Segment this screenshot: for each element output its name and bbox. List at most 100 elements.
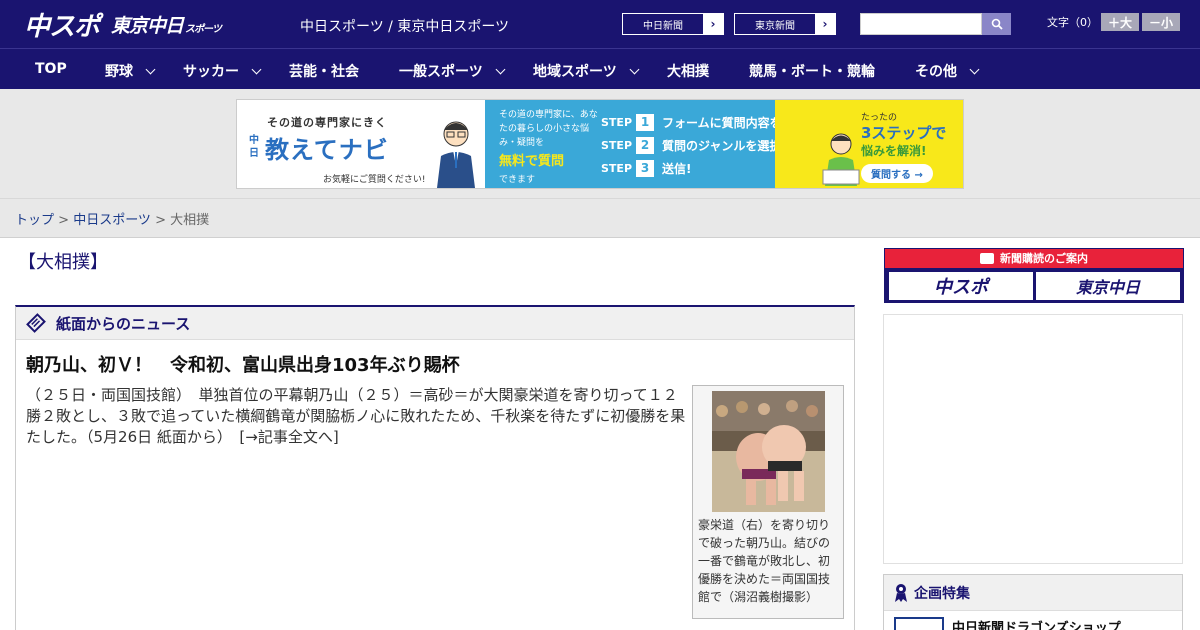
step-label: STEP [601, 139, 633, 152]
nav-item-entertainment[interactable]: 芸能・社会 [289, 61, 359, 81]
nav-item-label: 大相撲 [667, 64, 709, 80]
news-box-header: 紙面からのニュース [16, 307, 854, 340]
chunichi-shimbun-label: 中日新聞 [643, 20, 683, 32]
news-box: 紙面からのニュース 朝乃山、初Ｖ！ 令和初、富山県出身103年ぶり賜杯 （２５日… [15, 305, 855, 630]
step-number: 3 [636, 160, 655, 177]
subscribe-chuspo-button[interactable]: 中スポ [889, 272, 1033, 300]
newspaper-icon [26, 313, 46, 333]
article-photo[interactable] [712, 391, 825, 512]
nav-item-general-sports[interactable]: 一般スポーツ [399, 61, 506, 81]
oshiete-navi-banner[interactable]: その道の専門家にきく 中日 教えてナビ お気軽にご質問ください! その道の専門家… [236, 99, 964, 189]
breadcrumb-section-link[interactable]: 中日スポーツ [73, 213, 151, 228]
chevron-down-icon [145, 64, 156, 74]
nav-item-other[interactable]: その他 [915, 61, 980, 81]
font-smaller-button[interactable]: －小 [1142, 13, 1180, 31]
step-text: 質問のジャンルを選択 [662, 139, 782, 153]
banner-right-big2: 悩みを解消! [861, 144, 927, 158]
feature-box: 企画特集 中日新聞ドラゴンズショップ [883, 574, 1183, 630]
breadcrumb: トップ > 中日スポーツ > 大相撲 [0, 199, 1200, 238]
feature-item[interactable]: 中日新聞ドラゴンズショップ [894, 617, 1121, 630]
breadcrumb-separator: > [150, 213, 171, 228]
tokyo-chunichi-logo[interactable]: 東京中日 スポーツ [111, 11, 222, 38]
chunichi-shimbun-button[interactable]: 中日新聞 › [622, 13, 724, 35]
chevron-down-icon [495, 64, 506, 74]
banner-dekimasu-text: できます [499, 175, 536, 185]
site-logo[interactable]: 中スポ 東京中日 スポーツ [24, 6, 222, 43]
chevron-right-icon: › [815, 14, 835, 34]
banner-right-big: 3ステップで [861, 124, 947, 142]
tokyo-shimbun-button[interactable]: 東京新聞 › [734, 13, 836, 35]
ad-area: その道の専門家にきく 中日 教えてナビ お気軽にご質問ください! その道の専門家… [0, 89, 1200, 199]
article-photo-box: 豪栄道（右）を寄り切りで破った朝乃山。結びの一番で鶴竜が敗北し、初優勝を決めた＝… [692, 385, 844, 619]
feature-title: 企画特集 [914, 585, 970, 602]
banner-title: 教えてナビ [265, 136, 389, 164]
top-header: 中スポ 東京中日 スポーツ 中日スポーツ / 東京中日スポーツ 中日新聞 › 東京… [0, 0, 1200, 48]
step-label: STEP [601, 162, 633, 175]
step-label: STEP [601, 116, 633, 129]
article-body: （２５日・両国国技館） 単独首位の平幕朝乃山（２５）＝高砂＝が大関豪栄道を寄り切… [26, 385, 686, 448]
tokyo-shimbun-label: 東京新聞 [755, 20, 795, 32]
nav-item-top[interactable]: TOP [35, 61, 67, 77]
banner-ask-button[interactable]: 質問する → [861, 164, 933, 183]
font-size-label: 文字（0） [1047, 16, 1098, 29]
nav-item-label: その他 [915, 64, 957, 80]
banner-left: その道の専門家にきく 中日 教えてナビ お気軽にご質問ください! [237, 100, 485, 188]
sumo-photo-image [712, 391, 825, 512]
banner-top-text: その道の専門家にきく [267, 116, 387, 129]
step-number: 1 [636, 114, 655, 131]
site-name: 中日スポーツ / 東京中日スポーツ [300, 19, 510, 35]
chuspo-logo[interactable]: 中スポ [24, 6, 100, 43]
nav-item-local-sports[interactable]: 地域スポーツ [533, 61, 640, 81]
nav-item-label: 野球 [105, 64, 133, 80]
chevron-down-icon [629, 64, 640, 74]
step-text: 送信! [662, 162, 692, 176]
feature-item-label: 中日新聞ドラゴンズショップ [952, 621, 1121, 630]
person-laptop-icon [822, 133, 860, 186]
breadcrumb-top-link[interactable]: トップ [15, 213, 54, 228]
nav-item-label: 地域スポーツ [533, 64, 617, 80]
subscription-box: 新聞購読のご案内 中スポ 東京中日 [884, 248, 1184, 303]
subscription-title-text: 新聞購読のご案内 [1000, 252, 1088, 265]
banner-small-text: お気軽にご質問ください! [323, 175, 426, 185]
subscription-title: 新聞購読のご案内 [885, 249, 1183, 268]
nav-item-label: 芸能・社会 [289, 64, 359, 80]
feature-header: 企画特集 [884, 575, 1182, 611]
tokyo-chunichi-logo-text: 東京中日 [111, 14, 184, 37]
subscribe-tokyo-chunichi-button[interactable]: 東京中日 [1036, 272, 1180, 300]
banner-step-2: STEP 2 質問のジャンルを選択 [601, 137, 781, 154]
news-box-title: 紙面からのニュース [56, 314, 191, 333]
banner-right: たったの 3ステップで 悩みを解消! 質問する → [775, 100, 963, 188]
chevron-down-icon [251, 64, 262, 74]
banner-free-text: 無料で質問 [499, 154, 565, 169]
nav-item-label: サッカー [183, 64, 239, 80]
person-illustration-icon [437, 121, 475, 188]
font-larger-button[interactable]: ＋大 [1101, 13, 1139, 31]
nav-item-label: 競馬・ボート・競輪 [749, 64, 875, 80]
banner-mid: その道の専門家に、あなたの暮らしの小さな悩み・疑問を 無料で質問 できます ST… [485, 100, 806, 188]
search-input[interactable] [860, 13, 982, 35]
newspaper-subscribe-icon [980, 252, 994, 264]
nav-item-keiba[interactable]: 競馬・ボート・競輪 [749, 61, 875, 81]
nav-item-sumo[interactable]: 大相撲 [667, 61, 709, 81]
nav-item-baseball[interactable]: 野球 [105, 61, 156, 81]
breadcrumb-separator: > [54, 213, 74, 228]
article-headline[interactable]: 朝乃山、初Ｖ！ 令和初、富山県出身103年ぶり賜杯 [26, 351, 460, 377]
ribbon-icon [895, 583, 907, 602]
chevron-right-icon: › [703, 14, 723, 34]
tokyo-chunichi-logo-suffix: スポーツ [185, 23, 222, 35]
breadcrumb-current: 大相撲 [170, 213, 210, 228]
chevron-down-icon [969, 64, 980, 74]
main-content: 【大相撲】 紙面からのニュース 朝乃山、初Ｖ！ 令和初、富山県出身103年ぶり賜… [0, 238, 1200, 630]
photo-caption: 豪栄道（右）を寄り切りで破った朝乃山。結びの一番で鶴竜が敗北し、初優勝を決めた＝… [698, 518, 831, 604]
search-button[interactable] [982, 13, 1011, 35]
read-more-link[interactable]: [→記事全文へ] [239, 428, 338, 446]
banner-step-3: STEP 3 送信! [601, 160, 692, 177]
banner-mid-text: その道の専門家に、あなたの暮らしの小さな悩み・疑問を [499, 110, 598, 148]
feature-thumbnail [894, 617, 944, 630]
article-body-text: （２５日・両国国技館） 単独首位の平幕朝乃山（２５）＝高砂＝が大関豪栄道を寄り切… [26, 386, 686, 446]
banner-chu-text: 中日 [249, 135, 259, 159]
nav-item-label: TOP [35, 61, 67, 77]
nav-item-soccer[interactable]: サッカー [183, 61, 262, 81]
step-number: 2 [636, 137, 655, 154]
sidebar-ad-slot [883, 314, 1183, 564]
